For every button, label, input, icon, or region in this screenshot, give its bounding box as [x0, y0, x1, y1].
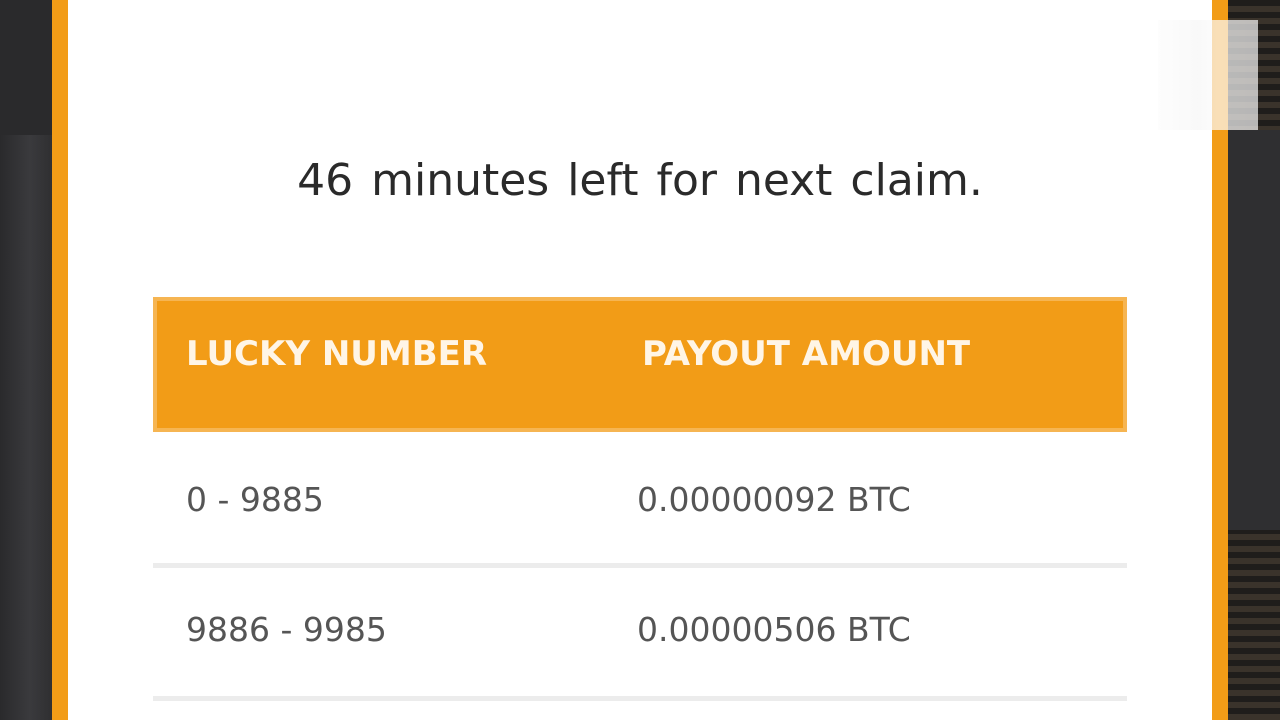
- page: 46 minutes left for next claim. LUCKY NU…: [0, 0, 1280, 720]
- header-payout-amount: PAYOUT AMOUNT: [642, 334, 971, 374]
- claim-timer-message: 46 minutes left for next claim.: [297, 155, 983, 206]
- background-left: [0, 0, 52, 135]
- payout-amount-cell: 0.00000092 BTC: [637, 480, 911, 519]
- lucky-number-cell: 9886 - 9985: [186, 610, 387, 649]
- payout-amount-cell: 0.00000506 BTC: [637, 610, 911, 649]
- faded-graphic: [1158, 20, 1258, 130]
- header-lucky-number: LUCKY NUMBER: [186, 334, 488, 374]
- lucky-number-cell: 0 - 9885: [186, 480, 324, 519]
